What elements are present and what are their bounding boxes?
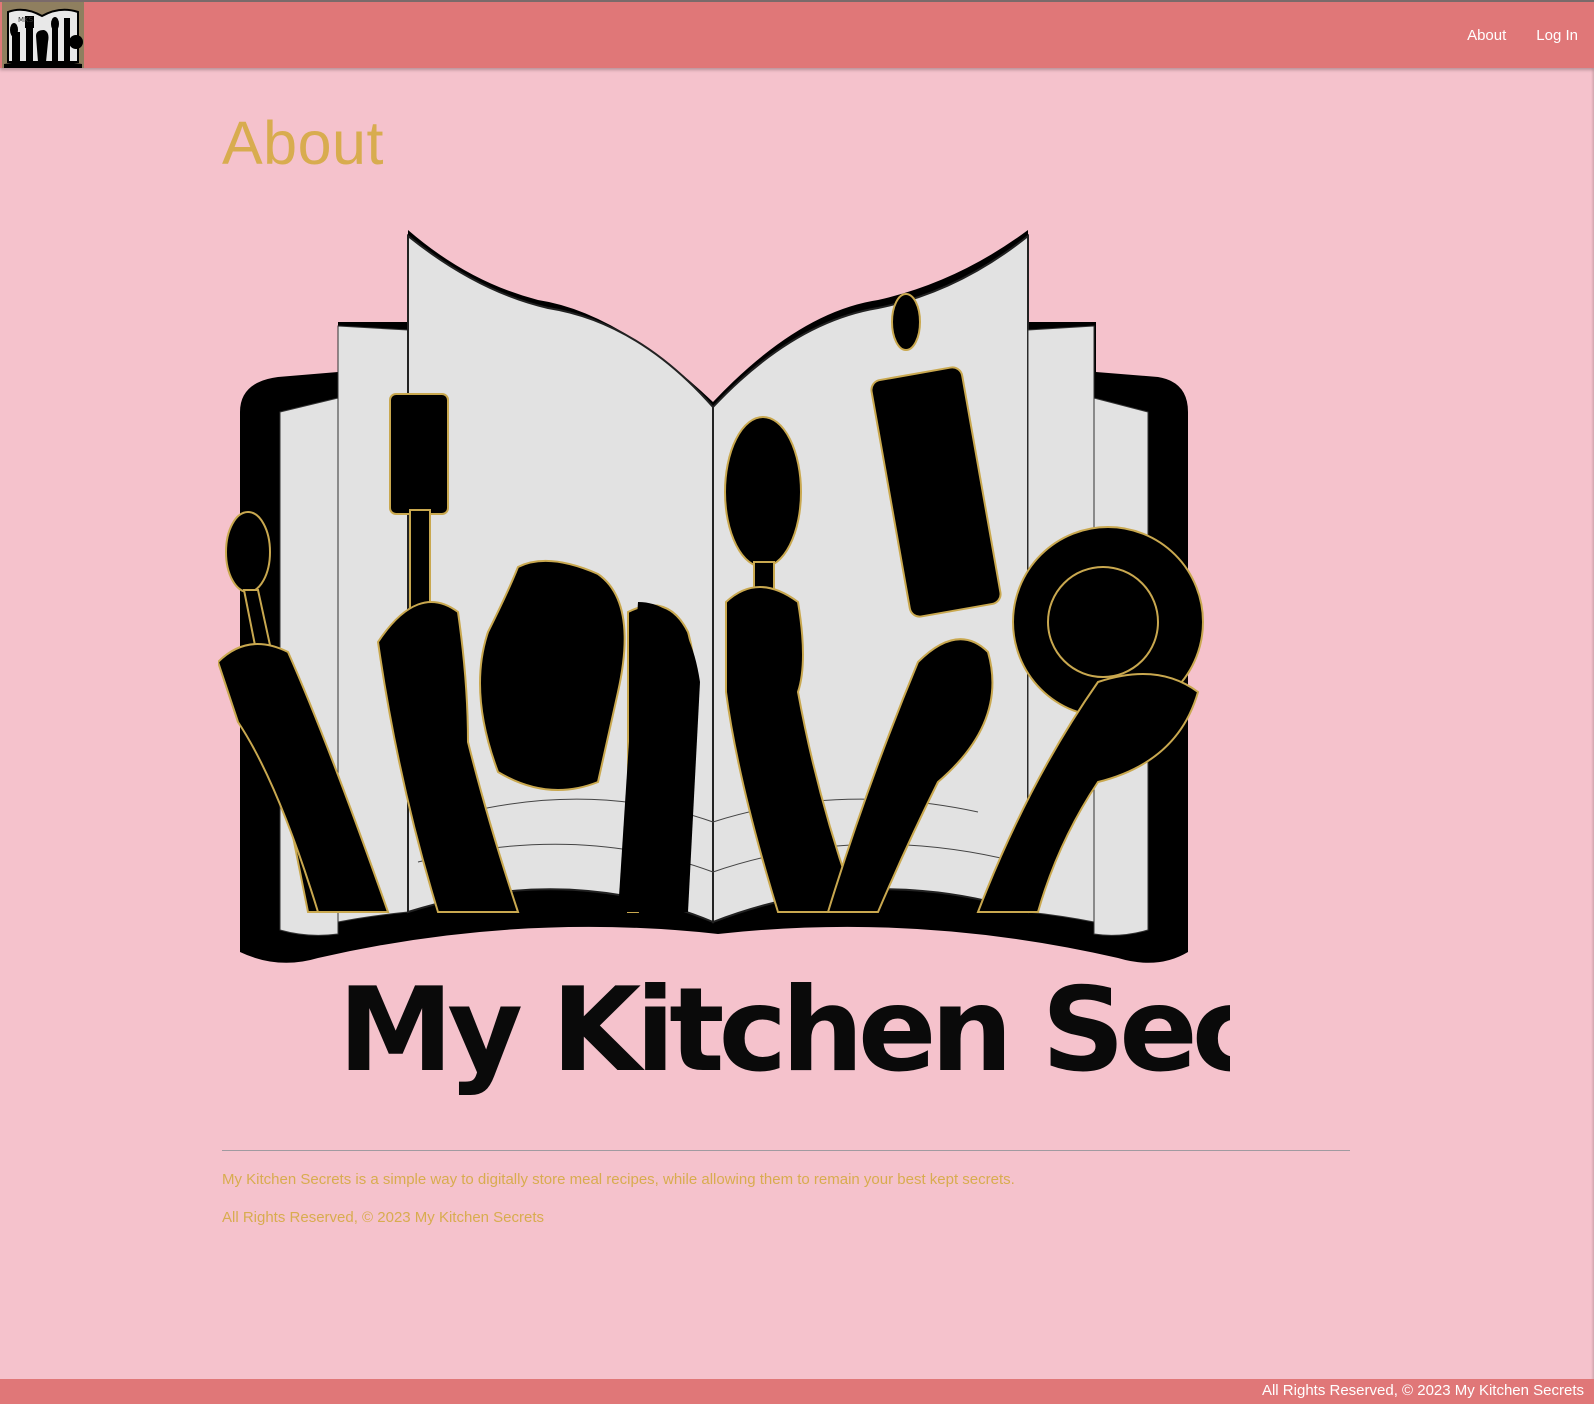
nav-link-login[interactable]: Log In	[1536, 27, 1578, 44]
cookbook-illustration: My Kitchen Secrets	[216, 230, 1498, 1098]
about-description: My Kitchen Secrets is a simple way to di…	[222, 1171, 1015, 1188]
logo-text: MKS	[18, 16, 34, 24]
site-logo[interactable]: MKS	[2, 2, 84, 68]
hero-logo-image: My Kitchen Secrets	[216, 222, 1498, 1127]
copyright-notice: All Rights Reserved, © 2023 My Kitchen S…	[222, 1209, 545, 1226]
hero-caption: My Kitchen Secrets	[338, 963, 1230, 1098]
nav-link-about[interactable]: About	[1467, 27, 1506, 44]
page-title: About	[222, 109, 384, 177]
logo-icon: MKS	[2, 2, 84, 68]
divider	[222, 1150, 1350, 1151]
footer-copyright: All Rights Reserved, © 2023 My Kitchen S…	[1261, 1382, 1584, 1399]
footer: All Rights Reserved, © 2023 My Kitchen S…	[0, 1379, 1594, 1404]
navbar: MKS About Log In	[0, 0, 1594, 68]
nav-links: About Log In	[1467, 2, 1578, 68]
